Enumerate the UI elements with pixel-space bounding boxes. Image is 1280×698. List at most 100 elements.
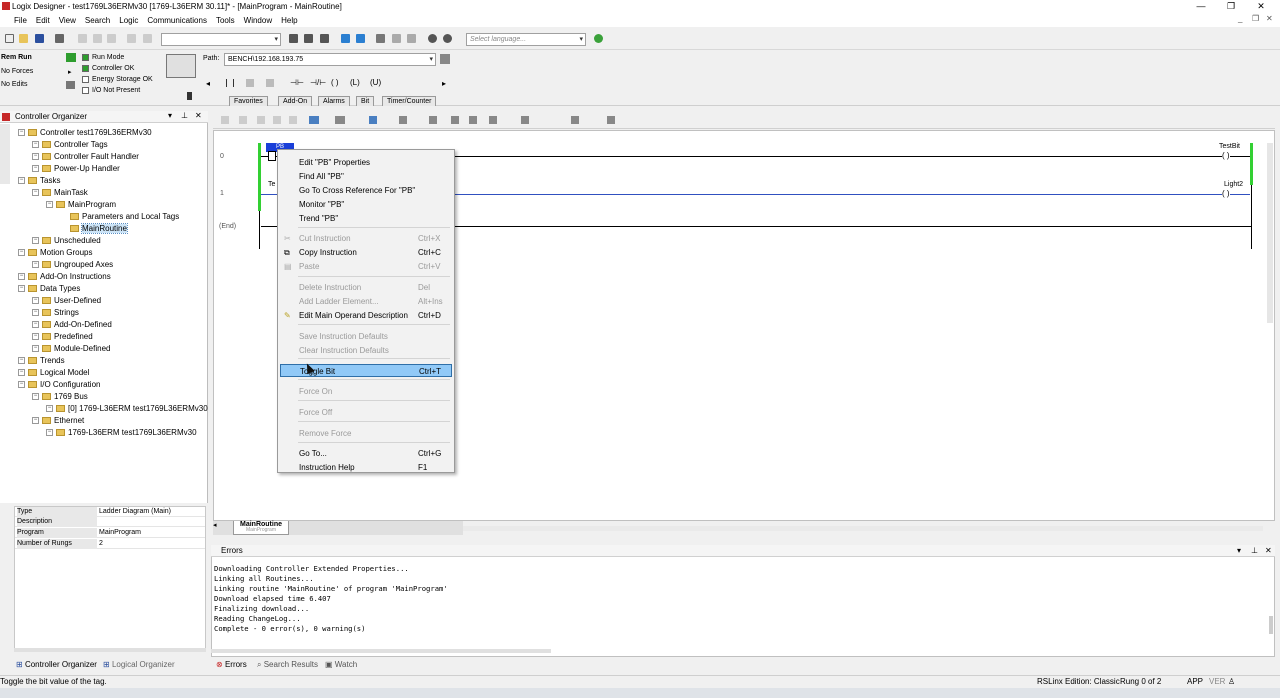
tree-item[interactable]: Parameters and Local Tags <box>70 211 179 222</box>
tree-expander-icon[interactable]: − <box>32 237 39 244</box>
tab-errors[interactable]: ⊗ Errors <box>216 660 247 669</box>
tree-item[interactable]: Controller Fault Handler <box>42 151 139 162</box>
organizer-dropdown-icon[interactable]: ▾ <box>168 111 172 120</box>
context-menu-item[interactable]: Remove Force <box>280 427 452 440</box>
tree-item[interactable]: Ungrouped Axes <box>42 259 113 270</box>
ladder-nav-icon[interactable] <box>369 116 377 124</box>
tree-item[interactable]: User-Defined <box>42 295 101 306</box>
close-button[interactable]: ✕ <box>1246 0 1276 13</box>
context-menu-item[interactable]: Copy Instruction Ctrl+C ⧉ <box>280 246 452 259</box>
tab-logical-organizer[interactable]: ⊞ Logical Organizer <box>103 660 175 669</box>
mdi-minimize-icon[interactable]: _ <box>1238 14 1242 23</box>
context-menu-item[interactable]: Save Instruction Defaults <box>280 330 452 343</box>
ladder-horizontal-scrollbar[interactable] <box>463 526 1263 531</box>
paste-icon[interactable] <box>107 34 116 43</box>
maximize-button[interactable]: ❐ <box>1216 0 1246 13</box>
menu-tools[interactable]: Tools <box>216 16 235 25</box>
context-menu-item[interactable]: Clear Instruction Defaults <box>280 344 452 357</box>
cross-reference-icon[interactable] <box>341 34 350 43</box>
zoom-in-icon[interactable] <box>428 34 437 43</box>
menu-help[interactable]: Help <box>281 16 297 25</box>
redo-icon[interactable] <box>143 34 152 43</box>
tree-expander-icon[interactable]: − <box>32 261 39 268</box>
tree-item[interactable]: Controller test1769L36ERMv30 <box>28 127 152 138</box>
scroll-left-icon[interactable]: ◂ <box>206 79 210 88</box>
light2-coil-icon[interactable]: ( ) <box>1222 189 1230 198</box>
context-menu-item[interactable]: Force Off <box>280 406 452 419</box>
tree-expander-icon[interactable]: − <box>46 405 53 412</box>
tree-expander-icon[interactable]: − <box>32 297 39 304</box>
path-browse-icon[interactable] <box>440 54 450 64</box>
ladder-display-icon[interactable] <box>309 116 319 124</box>
language-go-icon[interactable] <box>594 34 603 43</box>
tab-watch[interactable]: ▣ Watch <box>325 660 357 669</box>
tree-expander-icon[interactable]: − <box>32 333 39 340</box>
organizer-close-icon[interactable]: ✕ <box>195 111 202 120</box>
forces-status[interactable]: No Forces <box>1 68 33 75</box>
verify-icon[interactable] <box>289 34 298 43</box>
context-menu-item[interactable]: Force On <box>280 385 452 398</box>
tree-item[interactable]: Add-On Instructions <box>28 271 111 282</box>
menu-window[interactable]: Window <box>244 16 272 25</box>
branch-icon[interactable] <box>246 79 254 87</box>
controller-mode[interactable]: Rem Run <box>1 54 32 61</box>
xic-instruction[interactable] <box>268 151 276 161</box>
tree-item[interactable]: [0] 1769-L36ERM test1769L36ERMv30 <box>56 403 208 414</box>
ladder-tool-icon[interactable] <box>429 116 437 124</box>
ote-icon[interactable]: ( ) <box>331 78 339 87</box>
toolbar-tool-icon[interactable] <box>320 34 329 43</box>
menu-search[interactable]: Search <box>85 16 110 25</box>
minimize-button[interactable]: — <box>1186 0 1216 13</box>
tree-expander-icon[interactable]: − <box>46 429 53 436</box>
start-page-icon[interactable] <box>2 113 10 121</box>
forces-dropdown-icon[interactable]: ▸ <box>68 68 72 76</box>
errors-dropdown-icon[interactable]: ▾ <box>1237 545 1241 557</box>
tree-item[interactable]: 1769-L36ERM test1769L36ERMv30 <box>56 427 197 438</box>
ladder-tool-icon[interactable] <box>289 116 297 124</box>
context-menu-item[interactable]: Edit Main Operand Description Ctrl+D ✎ <box>280 309 452 322</box>
ladder-tool-icon[interactable] <box>521 116 529 124</box>
tree-item[interactable]: MainRoutine <box>70 223 128 234</box>
tree-expander-icon[interactable]: − <box>32 141 39 148</box>
tree-expander-icon[interactable]: − <box>18 369 25 376</box>
path-combo[interactable]: BENCH\192.168.193.75 <box>224 53 436 66</box>
tree-expander-icon[interactable]: − <box>32 345 39 352</box>
xio-icon[interactable]: ⊣/⊢ <box>310 78 326 87</box>
mdi-restore-icon[interactable]: ❐ <box>1252 14 1259 23</box>
copy-icon[interactable] <box>93 34 102 43</box>
tree-item[interactable]: MainProgram <box>56 199 116 210</box>
tree-expander-icon[interactable]: − <box>32 189 39 196</box>
context-menu-item[interactable]: Delete Instruction Del <box>280 281 452 294</box>
menu-communications[interactable]: Communications <box>147 16 207 25</box>
cut-icon[interactable] <box>78 34 87 43</box>
coil-tag-light2[interactable]: Light2 <box>1224 181 1243 188</box>
routine-tab-mainroutine[interactable]: MainRoutine MainProgram <box>233 521 289 535</box>
ladder-tool-icon[interactable] <box>221 116 229 124</box>
ladder-tool-icon[interactable] <box>489 116 497 124</box>
tree-expander-icon[interactable]: − <box>18 129 25 136</box>
errors-close-icon[interactable]: ✕ <box>1265 545 1272 557</box>
browse-logic-icon[interactable] <box>356 34 365 43</box>
errors-pin-icon[interactable]: ⊥ <box>1251 545 1258 557</box>
context-menu-item[interactable]: Find All "PB" <box>280 170 452 183</box>
menu-logic[interactable]: Logic <box>119 16 138 25</box>
tree-expander-icon[interactable]: − <box>32 309 39 316</box>
edits-status[interactable]: No Edits <box>1 81 27 88</box>
tree-expander-icon[interactable]: − <box>32 165 39 172</box>
organizer-pin-icon[interactable]: ⊥ <box>181 111 188 120</box>
properties-icon[interactable] <box>376 34 385 43</box>
xic-icon[interactable]: ⊣⊢ <box>290 78 304 87</box>
tab-bit[interactable]: Bit <box>356 96 375 106</box>
errors-h-scrollbar[interactable] <box>211 649 551 653</box>
context-menu-item[interactable]: Cut Instruction Ctrl+X ✂ <box>280 232 452 245</box>
zoom-out-icon[interactable] <box>443 34 452 43</box>
context-menu-item[interactable]: Go To Cross Reference For "PB" <box>280 184 452 197</box>
tree-item[interactable]: Controller Tags <box>42 139 108 150</box>
language-select[interactable]: Select language... <box>466 33 586 46</box>
otu-icon[interactable]: (U) <box>370 78 381 87</box>
tree-expander-icon[interactable]: − <box>18 357 25 364</box>
tree-item[interactable]: Unscheduled <box>42 235 101 246</box>
rung-1-instruction-tag[interactable]: Te <box>268 181 275 188</box>
tree-item[interactable]: Trends <box>28 355 65 366</box>
tree-item[interactable]: MainTask <box>42 187 88 198</box>
